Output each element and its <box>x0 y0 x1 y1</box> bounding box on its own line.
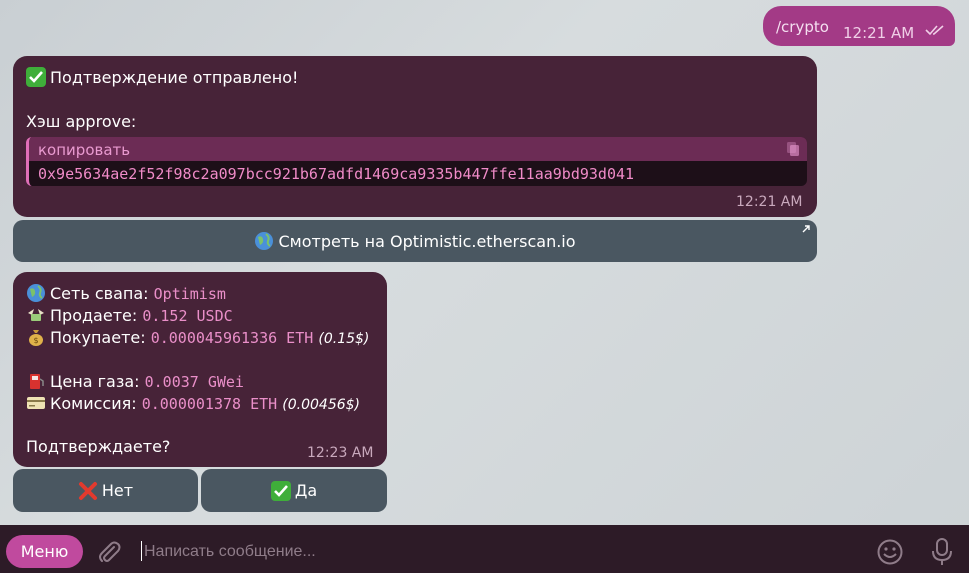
message-input[interactable] <box>142 538 846 566</box>
approve-hash: 0x9e5634ae2f52f98c2a097bcc921b67adfd1469… <box>38 165 635 183</box>
confirm-question: Подтверждаете? <box>26 437 171 456</box>
fee-line: Комиссия: 0.000001378 ETH (0.00456$) <box>26 393 360 413</box>
no-button-label: Нет <box>101 481 134 500</box>
copy-label: копировать <box>38 141 131 159</box>
money-wings-icon <box>28 309 44 321</box>
check-mark-icon <box>270 480 291 501</box>
credit-card-icon <box>27 397 45 409</box>
message-time: 12:23 AM <box>307 445 374 461</box>
buy-label: Покупаете: <box>50 328 146 347</box>
sell-label: Продаете: <box>50 306 138 325</box>
sell-line: Продаете: 0.152 USDC <box>26 305 233 325</box>
yes-button-label: Да <box>294 481 318 500</box>
swap-details-message[interactable]: Сеть свапа: Optimism Продаете: 0.152 USD… <box>13 272 387 467</box>
sell-value: 0.152 USDC <box>142 307 233 325</box>
copy-icon[interactable] <box>786 141 800 157</box>
svg-text:$: $ <box>33 336 38 345</box>
etherscan-link-label: Смотреть на Optimistic.etherscan.io <box>278 231 576 251</box>
no-button[interactable]: Нет <box>13 469 198 512</box>
fee-value: 0.000001378 ETH <box>141 395 278 413</box>
attach-icon[interactable] <box>96 539 122 565</box>
emoji-icon[interactable] <box>876 538 904 566</box>
outgoing-time: 12:21 AM <box>843 24 915 42</box>
money-bag-icon: $ <box>29 330 43 346</box>
globe-icon <box>255 232 274 250</box>
network-label: Сеть свапа: <box>50 284 149 303</box>
menu-button[interactable]: Меню <box>6 535 83 568</box>
gas-value: 0.0037 GWei <box>144 373 244 391</box>
buy-line: $ Покупаете: 0.000045961336 ETH (0.15$) <box>26 327 369 347</box>
code-block[interactable]: копировать 0x9e5634ae2f52f98c2a097bcc921… <box>26 137 807 186</box>
message-composer: Меню <box>0 525 969 573</box>
fuel-pump-icon <box>30 374 44 389</box>
fee-usd: (0.00456$) <box>282 397 361 413</box>
code-block-header: копировать <box>29 137 807 161</box>
double-check-icon <box>925 25 944 36</box>
message-time: 12:21 AM <box>736 194 803 210</box>
gas-line: Цена газа: 0.0037 GWei <box>26 371 244 391</box>
etherscan-link-button[interactable]: Смотреть на Optimistic.etherscan.io <box>13 220 817 262</box>
gas-label: Цена газа: <box>50 372 140 391</box>
cross-mark-icon <box>78 481 97 500</box>
outgoing-message[interactable]: /crypto 12:21 AM <box>763 6 955 46</box>
network-line: Сеть свапа: Optimism <box>26 283 226 303</box>
confirmation-title: Подтверждение отправлено! <box>50 68 299 87</box>
external-link-icon <box>802 225 810 233</box>
buy-value: 0.000045961336 ETH <box>150 329 314 347</box>
hash-label: Хэш approve: <box>26 112 137 131</box>
network-value: Optimism <box>153 285 226 303</box>
fee-label: Комиссия: <box>50 394 137 413</box>
yes-button[interactable]: Да <box>201 469 387 512</box>
check-mark-icon <box>26 67 46 87</box>
confirmation-message[interactable]: Подтверждение отправлено! Хэш approve: к… <box>13 56 817 217</box>
outgoing-text: /crypto <box>776 18 829 36</box>
microphone-icon[interactable] <box>930 537 954 567</box>
buy-usd: (0.15$) <box>318 331 370 347</box>
globe-icon <box>27 284 45 302</box>
confirmation-title-line: Подтверждение отправлено! <box>26 67 298 87</box>
